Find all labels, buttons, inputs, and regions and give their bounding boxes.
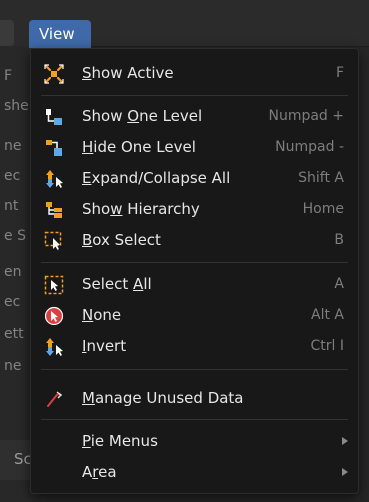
menu-item-hide-one-level[interactable]: Hide One Level Numpad - [31, 133, 358, 163]
expand-collapse-icon [44, 169, 64, 189]
hide-one-level-icon [44, 138, 64, 158]
outliner-row-text: she [4, 98, 29, 114]
select-all-icon [44, 275, 64, 295]
orphan-data-icon [44, 389, 64, 409]
menu-item-select-none[interactable]: None Alt A [31, 301, 358, 331]
editor-type-button[interactable] [0, 20, 14, 46]
menu-item-expand-collapse-all[interactable]: Expand/Collapse All Shift A [31, 164, 358, 194]
submenu-arrow-icon [342, 437, 348, 445]
outliner-row-text: en [4, 264, 22, 280]
outliner-row-text: ett [4, 326, 24, 342]
menu-item-show-one-level[interactable]: Show One Level Numpad + [31, 102, 358, 132]
menu-item-label: Invert [82, 337, 127, 355]
show-one-level-icon [44, 107, 64, 127]
outliner-row-text: nt [4, 198, 19, 214]
menu-item-label: Box Select [82, 231, 161, 249]
menu-item-box-select[interactable]: Box Select B [31, 226, 358, 256]
view-menu-tab-label: View [39, 25, 75, 43]
menu-separator [41, 369, 348, 370]
menu-item-label: Area [82, 463, 117, 481]
menu-item-label: Hide One Level [82, 138, 196, 156]
menu-item-show-active[interactable]: Show Active F [31, 59, 358, 89]
menu-item-area[interactable]: Area [31, 458, 358, 488]
box-select-icon [44, 231, 64, 251]
menu-separator [41, 262, 348, 263]
show-active-icon [44, 64, 64, 84]
menu-item-label: Show Hierarchy [82, 200, 200, 218]
view-menu-tab[interactable]: View [29, 20, 91, 48]
outliner-row-text: ne [4, 138, 22, 154]
menu-item-show-hierarchy[interactable]: Show Hierarchy Home [31, 195, 358, 225]
outliner-row-text: F [4, 68, 13, 84]
menu-separator [41, 95, 348, 96]
hierarchy-icon [44, 200, 64, 220]
menu-item-label: Select All [82, 275, 152, 293]
menu-item-manage-unused-data[interactable]: Manage Unused Data [31, 384, 358, 414]
shortcut-label: Home [302, 201, 344, 217]
shortcut-label: Alt A [311, 307, 344, 323]
shortcut-label: Numpad + [268, 108, 344, 124]
shortcut-label: Ctrl I [310, 338, 345, 354]
select-none-icon [44, 306, 64, 326]
menu-item-select-all[interactable]: Select All A [31, 270, 358, 300]
view-dropdown-menu: Show Active F Show One Level Numpad + Hi… [30, 48, 359, 494]
shortcut-label: B [334, 232, 344, 248]
menu-item-label: Show Active [82, 64, 174, 82]
submenu-arrow-icon [342, 468, 348, 476]
menu-item-label: Pie Menus [82, 432, 158, 450]
menu-item-label: Show One Level [82, 107, 203, 125]
menu-item-invert[interactable]: Invert Ctrl I [31, 332, 358, 362]
outliner-row-text: e S [4, 228, 26, 244]
outliner-row-text: ne [4, 358, 22, 374]
shortcut-label: Numpad - [275, 139, 344, 155]
shortcut-label: F [335, 65, 344, 81]
outliner-row-text: ec [4, 168, 21, 184]
menu-item-label: Expand/Collapse All [82, 169, 231, 187]
invert-icon [44, 337, 64, 357]
menu-separator [41, 419, 348, 420]
shortcut-label: Shift A [298, 170, 344, 186]
shortcut-label: A [334, 276, 344, 292]
menu-item-label: None [82, 306, 122, 324]
menu-item-label: Manage Unused Data [82, 389, 244, 407]
menu-item-pie-menus[interactable]: Pie Menus [31, 427, 358, 457]
outliner-row-text: ec [4, 294, 21, 310]
